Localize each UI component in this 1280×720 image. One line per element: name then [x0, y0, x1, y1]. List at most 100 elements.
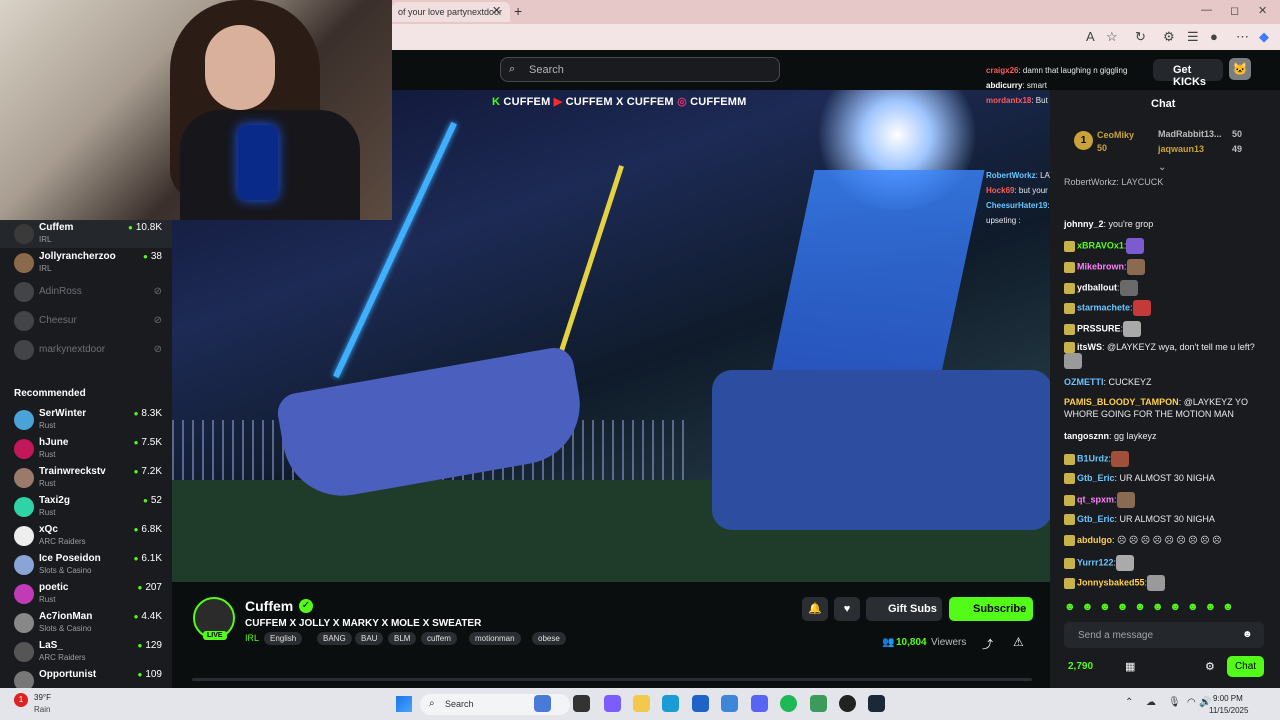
top-gifter-name[interactable]: CeoMiky: [1097, 130, 1134, 140]
channel-category: ARC Raiders: [39, 653, 86, 662]
search-input[interactable]: Search: [500, 57, 780, 82]
maximize-icon[interactable]: ◻: [1230, 4, 1239, 17]
edge-icon[interactable]: [662, 695, 679, 712]
sidebar-channel[interactable]: hJune Rust 7.5K: [0, 435, 172, 463]
category-link[interactable]: IRL: [245, 633, 259, 643]
stream-tag[interactable]: motionman: [469, 632, 521, 645]
streamer-name[interactable]: Cuffem: [245, 598, 293, 614]
chat-username[interactable]: Gtb_Eric: [1077, 514, 1115, 524]
chat-username[interactable]: johnny_2: [1064, 219, 1104, 229]
app-icon[interactable]: [810, 695, 827, 712]
stream-tag[interactable]: obese: [532, 632, 566, 645]
menu-dots-icon[interactable]: ⋯: [1236, 29, 1249, 45]
stream-tag[interactable]: BAU: [355, 632, 384, 645]
read-aloud-icon[interactable]: A: [1086, 29, 1095, 44]
chat-username[interactable]: tangosznn: [1064, 431, 1109, 441]
sidebar-channel[interactable]: Ice Poseidon Slots & Casino 6.1K: [0, 551, 172, 579]
steam-icon[interactable]: [868, 695, 885, 712]
sidebar-channel[interactable]: xQc ARC Raiders 6.8K: [0, 522, 172, 550]
sidebar-channel[interactable]: Trainwreckstv Rust 7.2K: [0, 464, 172, 492]
share-icon[interactable]: ⤴: [982, 636, 993, 652]
new-tab-icon[interactable]: +: [514, 3, 522, 19]
sidebar-channel[interactable]: Jollyrancherzoo IRL 38: [0, 249, 172, 277]
stream-tag[interactable]: BANG: [317, 632, 352, 645]
extensions-icon[interactable]: ⚙: [1163, 29, 1175, 45]
chat-username[interactable]: OZMETTI: [1064, 377, 1104, 387]
page-scrollbar[interactable]: [192, 678, 1032, 681]
weather-temp[interactable]: 39°F: [34, 693, 51, 702]
chat-username[interactable]: abdulgo: [1077, 535, 1112, 545]
collections-icon[interactable]: ☰: [1187, 29, 1199, 45]
chat-username[interactable]: PAMIS_BLOODY_TAMPON: [1064, 397, 1179, 407]
sidebar-channel[interactable]: Taxi2g Rust 52: [0, 493, 172, 521]
stream-tag[interactable]: BLM: [388, 632, 417, 645]
task-view-icon[interactable]: [573, 695, 590, 712]
subscribe-button[interactable]: Subscribe: [949, 597, 1033, 621]
weather-desc[interactable]: Rain: [34, 705, 50, 714]
stream-tag[interactable]: cuffem: [421, 632, 457, 645]
outlook-icon[interactable]: [721, 695, 738, 712]
file-explorer-icon[interactable]: [633, 695, 650, 712]
sidebar-channel[interactable]: markynextdoor ⊘: [0, 336, 172, 364]
sidebar-channel[interactable]: LaS_ ARC Raiders 129: [0, 638, 172, 666]
copilot-icon[interactable]: ◆: [1259, 29, 1269, 45]
chat-username[interactable]: starmachete: [1077, 302, 1130, 312]
sidebar-channel[interactable]: Cuffem IRL 10.8K: [0, 220, 172, 248]
chrome-icon[interactable]: [839, 695, 856, 712]
chat-username[interactable]: itsWS: [1077, 342, 1102, 352]
microphone-icon: [238, 125, 278, 200]
chat-username[interactable]: Gtb_Eric: [1077, 473, 1115, 483]
windows-start-icon[interactable]: [396, 696, 412, 712]
sidebar-channel[interactable]: AdinRoss ⊘: [0, 278, 172, 306]
gifter-name[interactable]: jaqwaun13: [1158, 144, 1204, 154]
report-icon[interactable]: ⚠: [1013, 635, 1024, 649]
emoji-icon[interactable]: ☻: [1242, 629, 1253, 640]
minimize-icon[interactable]: —: [1201, 4, 1212, 16]
overlay-chat-user: craigx26: [986, 66, 1019, 75]
sidebar-channel[interactable]: Ac7ionMan Slots & Casino 4.4K: [0, 609, 172, 637]
chat-username[interactable]: xBRAVOx1: [1077, 240, 1124, 250]
chat-username[interactable]: Yurrr122: [1077, 557, 1114, 567]
profile-icon[interactable]: ●: [1210, 29, 1218, 44]
microphone-tray-icon[interactable]: 🎙: [1168, 697, 1181, 708]
chat-message-input[interactable]: Send a message: [1064, 622, 1264, 648]
store-app-icon[interactable]: [692, 695, 709, 712]
clock-time[interactable]: 9:00 PM: [1213, 694, 1243, 703]
tray-chevron-icon[interactable]: ⌃: [1125, 697, 1133, 708]
top-gifter-count: 50: [1097, 143, 1108, 153]
sidebar-channel[interactable]: SerWinter Rust 8.3K: [0, 406, 172, 434]
clock-date[interactable]: 11/15/2025: [1209, 706, 1248, 715]
chat-username[interactable]: B1Urdz: [1077, 453, 1109, 463]
notification-bell-icon[interactable]: 🔔: [802, 597, 828, 621]
send-chat-button[interactable]: Chat: [1227, 656, 1264, 677]
expand-chevron-icon[interactable]: ⌄: [1158, 162, 1166, 173]
emote-bar[interactable]: ☻☻☻☻☻☻☻☻☻☻: [1064, 601, 1264, 615]
chat-username[interactable]: qt_spxm: [1077, 494, 1114, 504]
chat-username[interactable]: PRSSURE: [1077, 323, 1121, 333]
user-avatar[interactable]: 🐱: [1229, 58, 1251, 80]
sidebar-channel[interactable]: Cheesur ⊘: [0, 307, 172, 335]
window-close-icon[interactable]: ✕: [1258, 4, 1267, 17]
weather-alert-icon[interactable]: 1: [14, 693, 28, 707]
favorite-star-icon[interactable]: ☆: [1106, 29, 1118, 45]
get-kicks-button[interactable]: Get KICKs: [1153, 59, 1223, 88]
follow-heart-icon[interactable]: ♥: [834, 597, 860, 621]
widget-icon[interactable]: [534, 695, 551, 712]
kicks-balance[interactable]: 2,790: [1068, 661, 1093, 672]
gifter-name[interactable]: MadRabbit13...: [1158, 129, 1222, 139]
settings-gear-icon[interactable]: ⚙: [1205, 660, 1215, 673]
chat-username[interactable]: Jonnysbaked55: [1077, 577, 1145, 587]
discord-icon[interactable]: [751, 695, 768, 712]
tray-cloud-icon[interactable]: ☁: [1146, 697, 1156, 708]
refresh-icon[interactable]: ↻: [1135, 29, 1146, 45]
tab-close-icon[interactable]: ✕: [492, 4, 501, 17]
chat-username[interactable]: Mikebrown: [1077, 261, 1124, 271]
sidebar-channel[interactable]: poetic Rust 207: [0, 580, 172, 608]
stream-tag[interactable]: English: [264, 632, 303, 645]
gift-subs-button[interactable]: Gift Subs: [866, 597, 942, 621]
spotify-icon[interactable]: [780, 695, 797, 712]
copilot-taskbar-icon[interactable]: [604, 695, 621, 712]
channel-name: AdinRoss: [39, 286, 82, 297]
chat-username[interactable]: ydballout: [1077, 282, 1117, 292]
store-icon[interactable]: ▦: [1125, 660, 1135, 673]
